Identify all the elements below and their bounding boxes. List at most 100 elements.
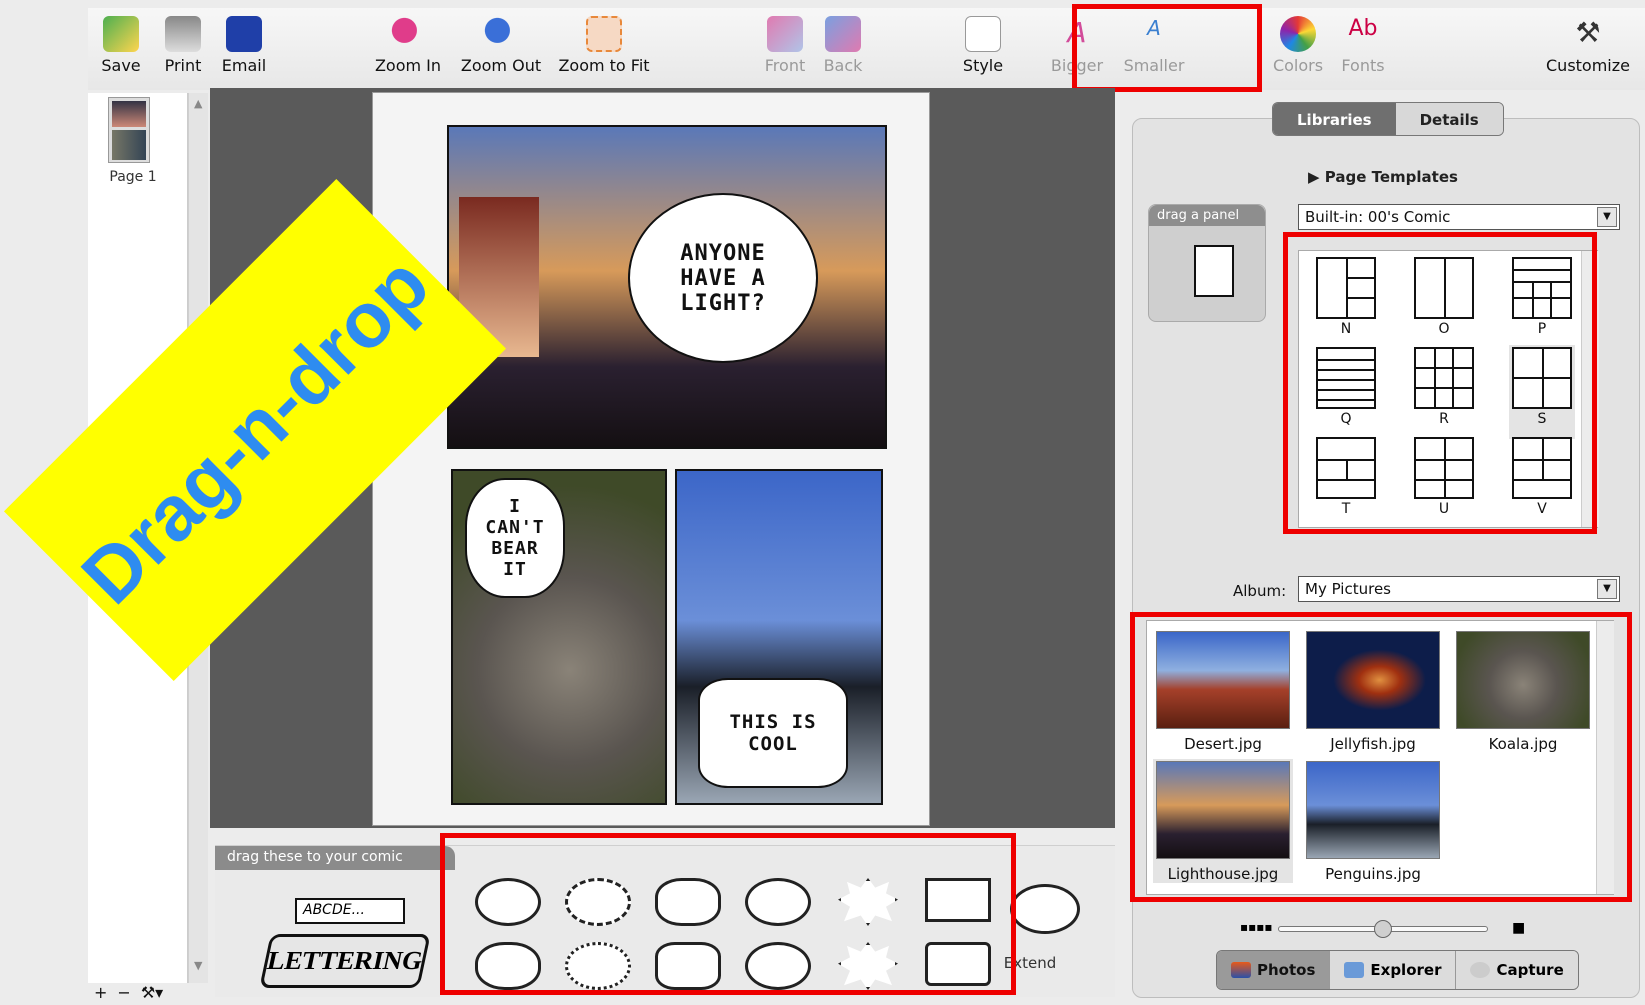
shout-bubble-3[interactable]: THIS IS COOL (698, 678, 848, 788)
template-O[interactable]: O (1411, 255, 1477, 349)
bigger-button[interactable]: A Bigger (1048, 16, 1106, 75)
large-size-icon: ■ (1512, 920, 1526, 936)
balloon-dashed[interactable] (565, 878, 631, 926)
email-icon (226, 16, 262, 52)
disclosure-triangle-icon: ▶ (1308, 168, 1325, 186)
balloon-cloud[interactable] (655, 878, 721, 926)
extend-label: Extend (1003, 954, 1057, 972)
explorer-icon (1344, 962, 1365, 978)
speech-bubble-2-text: I CAN'T BEAR IT (485, 496, 545, 580)
palette-header: drag these to your comic (215, 846, 455, 870)
album-select[interactable]: My Pictures ▼ (1298, 576, 1620, 602)
balloon-rounded[interactable] (655, 942, 721, 990)
template-T[interactable]: T (1313, 435, 1379, 529)
slider-knob[interactable] (1374, 920, 1392, 938)
email-button[interactable]: Email (218, 16, 270, 75)
photo-penguins[interactable]: Penguins.jpg (1303, 759, 1443, 883)
comic-page[interactable]: ANYONE HAVE A LIGHT? I CAN'T BEAR IT THI… (372, 92, 930, 826)
style-swatch-icon (965, 16, 1001, 52)
photo-browser: Desert.jpg Jellyfish.jpg Koala.jpg Light… (1146, 620, 1614, 895)
zoom-out-icon (483, 16, 519, 52)
photo-desert[interactable]: Desert.jpg (1153, 629, 1293, 753)
balloon-wavy[interactable] (745, 942, 811, 990)
lettering-logo[interactable]: LETTERING (259, 934, 431, 988)
zoom-to-fit-button[interactable]: Zoom to Fit (554, 16, 654, 75)
remove-page-button[interactable]: − (117, 983, 130, 1005)
template-set-select[interactable]: Built-in: 00's Comic ▼ (1298, 204, 1620, 230)
smaller-button[interactable]: A Smaller (1118, 16, 1190, 75)
caption-box[interactable] (925, 878, 991, 922)
front-button[interactable]: Front (760, 16, 810, 75)
photo-jellyfish[interactable]: Jellyfish.jpg (1303, 629, 1443, 753)
small-size-icon: ▪▪▪▪ (1240, 920, 1273, 934)
zoom-out-button[interactable]: Zoom Out (456, 16, 546, 75)
template-N[interactable]: N (1313, 255, 1379, 349)
template-Q[interactable]: Q (1313, 345, 1379, 439)
balloon-wide[interactable] (745, 878, 811, 926)
zoom-in-icon (390, 16, 426, 52)
photo-koala[interactable]: Koala.jpg (1453, 629, 1593, 753)
drag-a-panel[interactable]: drag a panel (1148, 204, 1266, 322)
template-grid: N O P Q R S T U V (1298, 250, 1599, 529)
balloon-oval-2[interactable] (475, 942, 541, 990)
balloon-scalloped[interactable] (565, 942, 631, 990)
customize-button[interactable]: ⚒ Customize (1540, 16, 1636, 75)
template-S[interactable]: S (1509, 345, 1575, 439)
page-templates-toggle[interactable]: ▶ Page Templates (1308, 168, 1458, 186)
tab-libraries[interactable]: Libraries (1273, 103, 1396, 135)
balloon-burst-2[interactable] (838, 942, 898, 990)
album-label: Album: (1233, 582, 1287, 600)
send-back-icon (825, 16, 861, 52)
save-icon (103, 16, 139, 52)
bigger-text-icon: A (1067, 16, 1087, 49)
page-tools: + − ⚒▾ (88, 983, 208, 1005)
style-button[interactable]: Style (958, 16, 1008, 75)
balloon-burst[interactable] (838, 878, 898, 926)
drag-panel-label: drag a panel (1149, 205, 1265, 226)
lettering-text-box[interactable]: ABCDE... (295, 898, 405, 924)
source-tabs: Photos Explorer Capture (1216, 950, 1579, 990)
thought-bubble-1-text: ANYONE HAVE A LIGHT? (680, 240, 766, 316)
extend-balloon[interactable] (1010, 884, 1080, 934)
bring-front-icon (767, 16, 803, 52)
photo-lighthouse[interactable]: Lighthouse.jpg (1153, 759, 1293, 883)
tab-capture[interactable]: Capture (1456, 951, 1578, 989)
shout-bubble-3-text: THIS IS COOL (729, 711, 817, 755)
caption-box-2[interactable] (925, 942, 991, 986)
blank-panel-icon (1194, 245, 1234, 297)
template-U[interactable]: U (1411, 435, 1477, 529)
color-wheel-icon (1280, 16, 1316, 52)
photos-scrollbar[interactable] (1596, 621, 1614, 894)
page-tools-button[interactable]: ⚒▾ (141, 983, 163, 1005)
bubble-palette: drag these to your comic ABCDE... LETTER… (215, 845, 1115, 997)
colors-button[interactable]: Colors (1268, 16, 1328, 75)
printer-icon (165, 16, 201, 52)
zoom-in-button[interactable]: Zoom In (368, 16, 448, 75)
back-button[interactable]: Back (818, 16, 868, 75)
template-R[interactable]: R (1411, 345, 1477, 439)
smaller-text-icon: A (1147, 16, 1161, 40)
fonts-button[interactable]: Ab Fonts (1338, 16, 1388, 75)
comic-life-window: Save Print Email Zoom In Zoom Out Zoom t… (0, 0, 1645, 1005)
photos-icon (1231, 962, 1251, 978)
balloon-oval[interactable] (475, 878, 541, 926)
tab-details[interactable]: Details (1395, 103, 1503, 135)
zoom-to-fit-icon (586, 16, 622, 52)
page-label: Page 1 (109, 169, 157, 185)
tab-explorer[interactable]: Explorer (1330, 951, 1457, 989)
toolbar: Save Print Email Zoom In Zoom Out Zoom t… (88, 8, 1645, 90)
templates-scrollbar[interactable] (1581, 251, 1599, 527)
add-page-button[interactable]: + (94, 983, 107, 1005)
library-tabs: Libraries Details (1272, 102, 1504, 136)
dropdown-arrow-icon: ▼ (1597, 207, 1617, 227)
print-button[interactable]: Print (158, 16, 208, 75)
thumbnail-size-slider[interactable] (1278, 920, 1488, 938)
template-P[interactable]: P (1509, 255, 1575, 349)
template-V[interactable]: V (1509, 435, 1575, 529)
dropdown-arrow-icon: ▼ (1597, 579, 1617, 599)
tab-photos[interactable]: Photos (1217, 951, 1331, 989)
speech-bubble-2[interactable]: I CAN'T BEAR IT (465, 478, 565, 598)
save-button[interactable]: Save (98, 16, 144, 75)
page-thumbnail[interactable] (108, 97, 150, 163)
thought-bubble-1[interactable]: ANYONE HAVE A LIGHT? (628, 193, 818, 363)
